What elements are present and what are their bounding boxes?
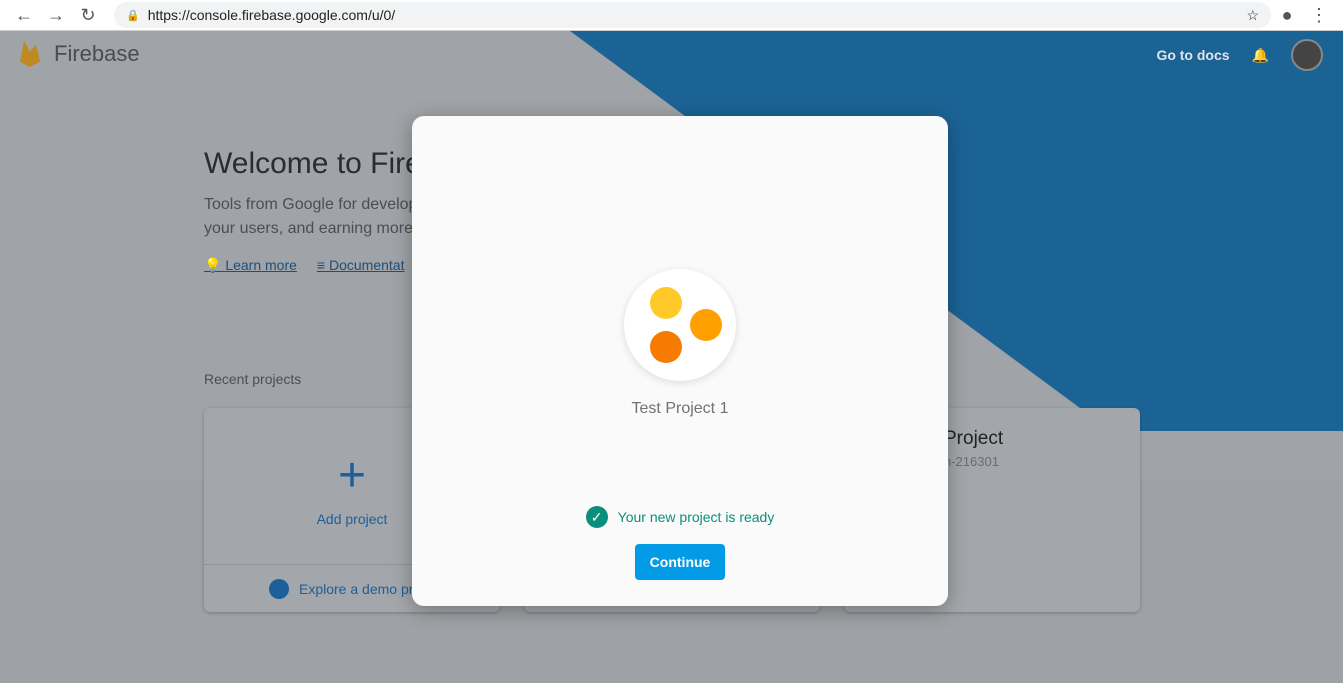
- browser-toolbar: ← → ↻ 🔒 https://console.firebase.google.…: [0, 0, 1343, 31]
- address-bar[interactable]: 🔒 https://console.firebase.google.com/u/…: [114, 2, 1271, 28]
- status-message: ✓ Your new project is ready: [412, 506, 948, 528]
- forward-icon[interactable]: →: [40, 5, 72, 26]
- lightbulb-icon: 💡: [204, 257, 222, 273]
- learn-more-link[interactable]: 💡 Learn more: [204, 257, 297, 274]
- go-to-docs-link[interactable]: Go to docs: [1156, 47, 1229, 63]
- hero-subtitle: Tools from Google for develop your users,…: [204, 196, 418, 237]
- project-ready-dialog: Test Project 1 ✓ Your new project is rea…: [412, 116, 948, 606]
- firebase-flame-icon: [20, 41, 40, 67]
- menu-icon[interactable]: ⋮: [1303, 5, 1335, 26]
- avatar[interactable]: [1291, 39, 1323, 71]
- recent-projects-label: Recent projects: [204, 371, 302, 387]
- back-icon[interactable]: ←: [8, 5, 40, 26]
- doc-icon: ≡: [316, 257, 326, 273]
- check-circle-icon: ✓: [585, 506, 608, 528]
- project-name: Test Project 1: [631, 400, 729, 417]
- documentation-link[interactable]: ≡ Documentat: [317, 257, 405, 274]
- firebase-logo[interactable]: Firebase: [20, 41, 140, 67]
- reload-icon[interactable]: ↻: [72, 5, 104, 26]
- project-avatar: [624, 269, 736, 381]
- bell-icon[interactable]: 🔔: [1252, 47, 1269, 64]
- url-text: https://console.firebase.google.com/u/0/: [147, 7, 396, 23]
- lock-icon: 🔒: [126, 9, 140, 22]
- star-icon[interactable]: ☆: [1246, 7, 1259, 24]
- profile-icon[interactable]: ●: [1271, 5, 1303, 26]
- page-title: Welcome to Fire: [204, 147, 422, 180]
- compass-icon: [269, 578, 289, 599]
- continue-button[interactable]: Continue: [635, 544, 725, 580]
